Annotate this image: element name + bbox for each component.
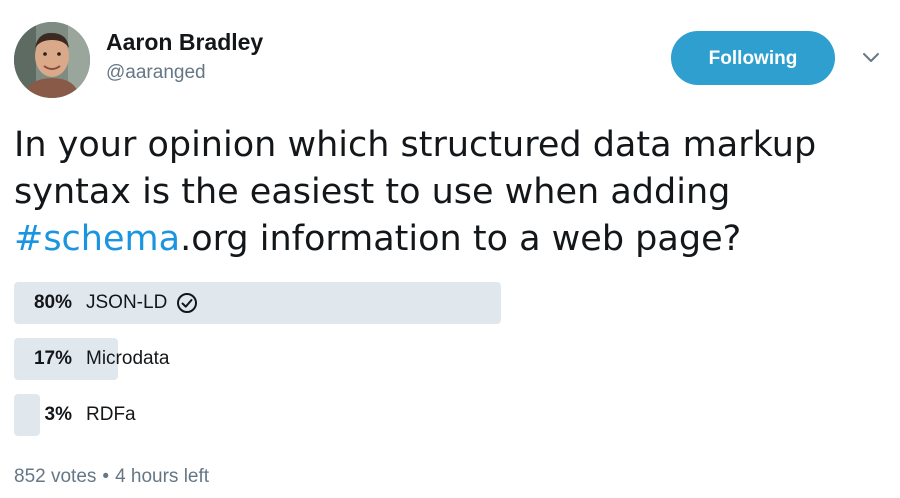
poll-option-label: 3% RDFa <box>14 394 136 436</box>
poll-percent: 17% <box>33 348 72 369</box>
poll-option-microdata: 17% Microdata <box>14 338 714 380</box>
tweet-text-before: In your opinion which structured data ma… <box>14 125 817 212</box>
poll-time-left: 4 hours left <box>115 466 210 487</box>
poll-footer: 852 votes • 4 hours left <box>14 464 209 490</box>
avatar[interactable] <box>14 22 90 98</box>
tweet-header: Aaron Bradley @aaranged Following <box>14 22 886 102</box>
poll: 80% JSON-LD 17% Microdata 3% RDFa <box>14 282 714 450</box>
avatar-image <box>14 22 90 98</box>
poll-votes[interactable]: 852 votes <box>14 466 96 487</box>
author-handle[interactable]: @aaranged <box>106 60 263 86</box>
poll-percent: 3% <box>44 404 72 425</box>
poll-option-json-ld: 80% JSON-LD <box>14 282 714 324</box>
author-names: Aaron Bradley @aaranged <box>106 28 263 86</box>
check-circle-icon <box>177 293 198 313</box>
poll-option-label: 80% JSON-LD <box>14 282 198 324</box>
poll-option-rdfa: 3% RDFa <box>14 394 714 436</box>
poll-percent: 80% <box>33 292 72 313</box>
following-button[interactable]: Following <box>671 31 835 85</box>
tweet-text: In your opinion which structured data ma… <box>14 122 894 263</box>
poll-choice-text: RDFa <box>86 404 136 425</box>
author-display-name[interactable]: Aaron Bradley <box>106 28 263 56</box>
poll-separator: • <box>102 466 110 487</box>
poll-choice-text: JSON-LD <box>86 292 168 313</box>
poll-option-label: 17% Microdata <box>14 338 169 380</box>
tweet-text-after: .org information to a web page? <box>180 219 742 259</box>
hashtag-link[interactable]: #schema <box>14 219 180 259</box>
chevron-down-icon[interactable] <box>862 50 880 64</box>
poll-choice-text: Microdata <box>86 348 170 369</box>
